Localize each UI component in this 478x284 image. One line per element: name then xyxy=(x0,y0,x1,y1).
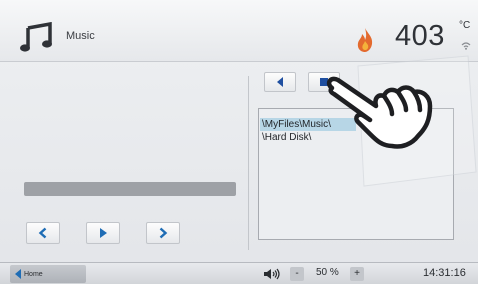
play-button[interactable] xyxy=(86,222,120,244)
home-button[interactable]: Home xyxy=(10,265,86,283)
music-note-icon xyxy=(20,22,52,52)
flame-icon xyxy=(357,28,373,52)
clock: 14:31:16 xyxy=(423,267,466,279)
header-bar: Music 403 °C xyxy=(0,0,478,62)
arrow-left-icon xyxy=(15,269,21,279)
signal-icon xyxy=(461,42,471,50)
page-title: Music xyxy=(66,30,95,42)
chevron-left-icon xyxy=(38,227,47,239)
footer-bar: Home - 50 % + 14:31:16 xyxy=(0,262,478,284)
folder-back-button[interactable] xyxy=(264,72,296,92)
chevron-right-icon xyxy=(159,227,168,239)
temperature-value: 403 xyxy=(395,20,445,52)
temperature-unit: °C xyxy=(459,20,471,31)
volume-level: 50 % xyxy=(316,267,339,278)
previous-button[interactable] xyxy=(26,222,60,244)
speaker-icon xyxy=(264,268,280,280)
progress-bar[interactable] xyxy=(24,182,236,196)
play-icon xyxy=(100,228,107,238)
home-label: Home xyxy=(24,270,43,278)
next-button[interactable] xyxy=(146,222,180,244)
player-panel xyxy=(0,63,246,261)
triangle-left-icon xyxy=(277,77,283,87)
music-screen: Music 403 °C \MyFiles\Music\ \Hard Disk\… xyxy=(0,0,478,284)
volume-up-button[interactable]: + xyxy=(350,267,364,281)
volume-down-button[interactable]: - xyxy=(290,267,304,281)
pointing-hand-icon xyxy=(326,55,477,187)
panel-divider xyxy=(248,76,249,250)
